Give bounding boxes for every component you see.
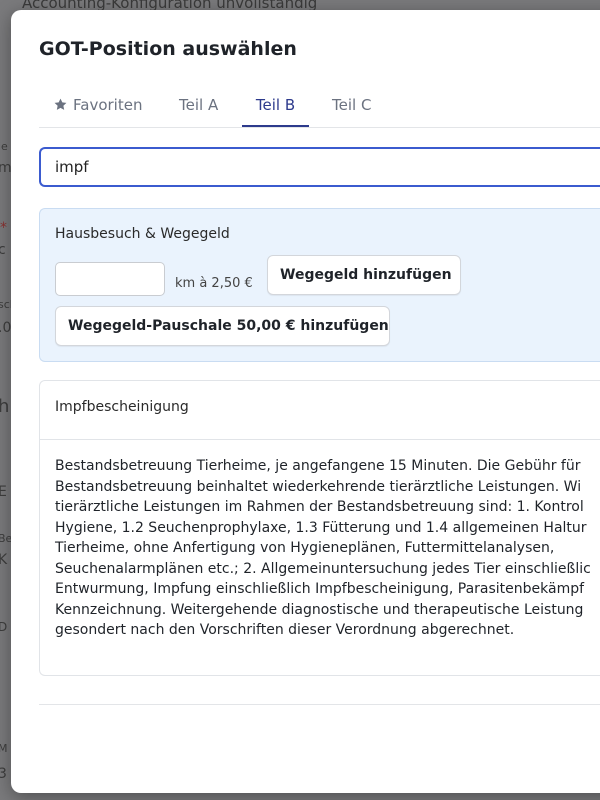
house-visit-title: Hausbesuch & Wegegeld [55,226,230,242]
result-card-header: Impfbescheinigung [40,381,600,440]
background-fragment: D [0,620,8,634]
got-position-modal: GOT-Position auswählen Favoriten Teil A … [11,10,600,793]
description-line: tierärztliche Leistungen im Rahmen der B… [55,499,584,515]
add-wegegeld-button[interactable]: Wegegeld hinzufügen [267,255,461,295]
star-icon [54,98,67,110]
background-fragment: K [0,552,8,568]
background-fragment: .0 [0,320,12,336]
search-input[interactable] [39,147,600,187]
tab-bar: Favoriten Teil A Teil B Teil C [39,90,600,128]
tab-label: Teil C [332,96,372,114]
background-fragment: m [0,160,12,176]
tab-teil-a[interactable]: Teil A [179,90,218,126]
result-card[interactable]: Impfbescheinigung Bestandsbetreuung Tier… [39,380,600,676]
add-wegegeld-pauschale-button[interactable]: Wegegeld-Pauschale 50,00 € hinzufügen [55,306,390,346]
background-fragment: ie [0,140,8,153]
tab-favoriten[interactable]: Favoriten [53,90,142,126]
screen: Accounting-Konfiguration unvollständig i… [0,0,600,800]
description-line: Hygiene, 1.2 Seuchenprophylaxe, 1.3 Fütt… [55,519,587,536]
background-fragment: E [0,484,7,500]
km-input[interactable] [55,262,165,296]
result-description: Bestandsbetreuung Tierheime, je angefang… [55,456,600,641]
modal-title: GOT-Position auswählen [39,38,297,60]
footer-divider [39,704,600,705]
description-line: Kennzeichnung. Weitergehende diagnostisc… [55,601,584,618]
km-rate-label: km à 2,50 € [175,276,253,291]
background-fragment: h [0,396,10,417]
background-fragment: M [0,742,8,755]
result-title: Impfbescheinigung [55,399,189,415]
house-visit-panel: Hausbesuch & Wegegeld km à 2,50 € Wegege… [39,208,600,362]
description-line: gesondert nach den Vorschriften dieser V… [55,622,515,638]
tab-teil-b[interactable]: Teil B [242,90,309,127]
background-fragment: * [0,220,7,236]
background-fragment: c [0,242,6,258]
tab-label: Favoriten [73,96,143,114]
description-line: Entwurmung, Impfung einschließlich Impfb… [55,581,585,597]
tab-teil-c[interactable]: Teil C [332,90,371,126]
description-line: Seuchenalarmplänen etc.; 2. Allgemeinunt… [55,560,591,577]
description-line: Bestandsbetreuung beinhaltet wiederkehre… [55,478,582,495]
background-fragment: 3 [0,766,7,782]
tab-label: Teil A [179,96,219,114]
description-line: Bestandsbetreuung Tierheime, je angefang… [55,458,581,474]
description-line: Tierheime, ohne Anfertigung von Hygienep… [55,540,555,556]
tab-label: Teil B [255,96,296,114]
